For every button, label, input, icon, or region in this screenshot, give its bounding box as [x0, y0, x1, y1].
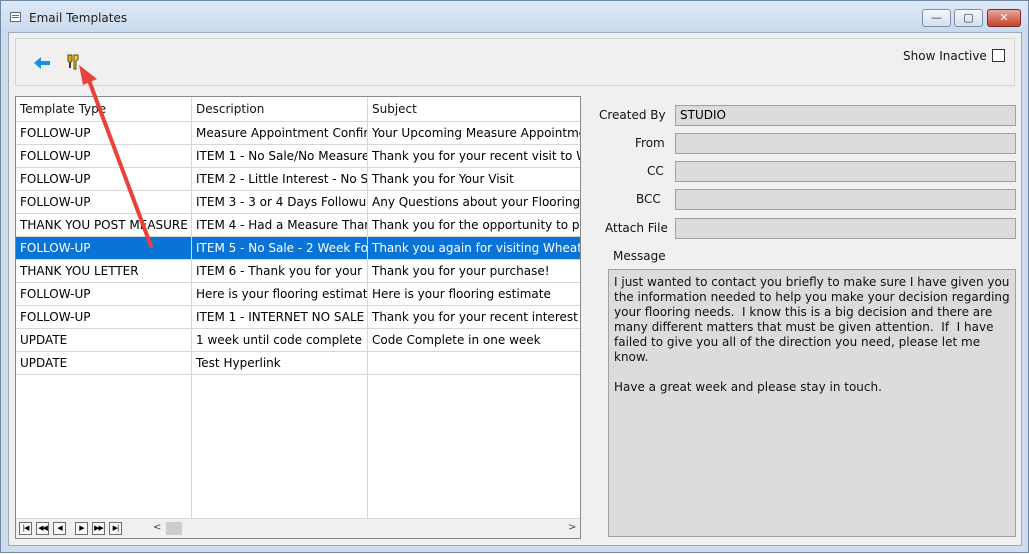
window-title: Email Templates — [29, 11, 128, 25]
cell-subject: Any Questions about your Flooring — [372, 195, 580, 209]
next-block-button[interactable]: ▶▶ — [92, 522, 105, 535]
cell-template-type: FOLLOW-UP — [16, 145, 192, 167]
table-row[interactable]: FOLLOW-UPITEM 5 - No Sale - 2 Week Follo… — [16, 237, 580, 260]
next-page-button[interactable]: ▶ — [75, 522, 88, 535]
title-bar[interactable]: Email Templates — ▢ ✕ — [1, 1, 1028, 33]
table-row[interactable]: THANK YOU LETTER ITEM 6 - Thank you for y… — [16, 260, 580, 283]
from-field[interactable] — [675, 133, 1016, 154]
email-templates-window: Email Templates — ▢ ✕ Show Inactive Temp… — [0, 0, 1029, 553]
table-row[interactable]: FOLLOW-UP ITEM 2 - Little Interest - No S… — [16, 168, 580, 191]
cell-description: ITEM 5 - No Sale - 2 Week Follow — [192, 237, 368, 259]
cell-description: ITEM 4 - Had a Measure Thank Y — [192, 214, 368, 236]
scroll-left-button[interactable]: < — [153, 522, 161, 533]
cell-subject: Code Complete in one week — [372, 333, 541, 347]
cell-template-type: THANK YOU LETTER — [16, 260, 192, 282]
show-inactive-label: Show Inactive — [903, 49, 987, 63]
prev-page-button[interactable]: ◀ — [53, 522, 66, 535]
toolbar: Show Inactive — [15, 38, 1015, 86]
grid-header: Template Type Description Subject — [16, 97, 580, 122]
table-row[interactable]: FOLLOW-UP ITEM 3 - 3 or 4 Days Followup An… — [16, 191, 580, 214]
cell-subject: Here is your flooring estimate — [372, 287, 551, 301]
cell-subject: Thank you for Your Visit — [372, 172, 514, 186]
templates-grid: Template Type Description Subject FOLLOW… — [15, 96, 581, 539]
cell-description: ITEM 1 - No Sale/No Measure — [192, 145, 368, 167]
attach-file-label: Attach File — [605, 221, 668, 235]
grid-rows: FOLLOW-UP Measure Appointment Confirma You… — [16, 122, 580, 375]
show-inactive-checkbox[interactable] — [992, 49, 1005, 62]
table-row[interactable]: FOLLOW-UP Measure Appointment Confirma You… — [16, 122, 580, 145]
cell-template-type: FOLLOW-UP — [16, 191, 192, 213]
cell-template-type: FOLLOW-UP — [16, 283, 192, 305]
cell-description: Here is your flooring estimate — [192, 283, 368, 305]
grid-pager: |◀ ◀◀ ◀ ▶ ▶▶ ▶| < > — [16, 518, 580, 538]
table-row[interactable]: UPDATE 1 week until code complete Code Com… — [16, 329, 580, 352]
maximize-button[interactable]: ▢ — [954, 9, 983, 27]
cell-subject: Thank you for the opportunity to perfor — [372, 218, 580, 232]
column-header-template-type[interactable]: Template Type — [16, 97, 192, 122]
cc-field[interactable] — [675, 161, 1016, 182]
cell-subject: Thank you again for visiting Wheat's Ca — [372, 241, 580, 255]
close-button[interactable]: ✕ — [987, 9, 1021, 27]
message-label: Message — [613, 249, 666, 263]
cell-description: ITEM 6 - Thank you for your pur — [192, 260, 368, 282]
cell-description: Measure Appointment Confirma — [192, 122, 368, 144]
prev-block-button[interactable]: ◀◀ — [36, 522, 49, 535]
window-icon — [10, 12, 21, 22]
cell-subject: Thank you for your recent visit to Wheat — [372, 149, 580, 163]
bcc-label: BCC — [636, 192, 661, 206]
cell-template-type: FOLLOW-UP — [16, 237, 192, 259]
cell-description: Test Hyperlink — [192, 352, 368, 374]
cell-template-type: FOLLOW-UP — [16, 168, 192, 190]
cell-subject: Thank you for your recent interest in Wh — [372, 310, 580, 324]
table-row[interactable]: THANK YOU POST MEASURE ITEM 4 - Had a Mea… — [16, 214, 580, 237]
created-by-label: Created By — [599, 108, 666, 122]
bcc-field[interactable] — [675, 189, 1016, 210]
client-area: Show Inactive Template Type Description … — [8, 32, 1022, 546]
message-field[interactable]: I just wanted to contact you briefly to … — [608, 269, 1016, 537]
cell-description: ITEM 2 - Little Interest - No Sale l — [192, 168, 368, 190]
cell-description: 1 week until code complete — [192, 329, 368, 351]
created-by-field[interactable]: STUDIO — [675, 105, 1016, 126]
table-row[interactable]: FOLLOW-UP Here is your flooring estimate H… — [16, 283, 580, 306]
table-row[interactable]: FOLLOW-UP ITEM 1 - INTERNET NO SALE NO Tha… — [16, 306, 580, 329]
cell-subject: Your Upcoming Measure Appointment — [372, 126, 580, 140]
table-row[interactable]: UPDATE Test Hyperlink — [16, 352, 580, 375]
cell-template-type: UPDATE — [16, 352, 192, 374]
cell-subject: Thank you for your purchase! — [372, 264, 550, 278]
cell-description: ITEM 3 - 3 or 4 Days Followup — [192, 191, 368, 213]
scroll-right-button[interactable]: > — [568, 522, 576, 533]
first-page-button[interactable]: |◀ — [19, 522, 32, 535]
from-label: From — [635, 136, 665, 150]
cell-subject — [368, 352, 580, 374]
cell-template-type: FOLLOW-UP — [16, 306, 192, 328]
cell-description: ITEM 1 - INTERNET NO SALE NO — [192, 306, 368, 328]
column-header-subject[interactable]: Subject — [368, 97, 580, 122]
table-row[interactable]: FOLLOW-UP ITEM 1 - No Sale/No Measure Than… — [16, 145, 580, 168]
wrench-brush-icon[interactable] — [65, 53, 81, 71]
minimize-button[interactable]: — — [922, 9, 951, 27]
cc-label: CC — [647, 164, 664, 178]
column-header-description[interactable]: Description — [192, 97, 368, 122]
attach-file-field[interactable] — [675, 218, 1016, 239]
horizontal-scroll-thumb[interactable] — [166, 522, 182, 535]
cell-template-type: FOLLOW-UP — [16, 122, 192, 144]
cell-template-type: THANK YOU POST MEASURE — [16, 214, 192, 236]
arrow-left-icon[interactable] — [33, 56, 51, 70]
last-page-button[interactable]: ▶| — [109, 522, 122, 535]
cell-template-type: UPDATE — [16, 329, 192, 351]
